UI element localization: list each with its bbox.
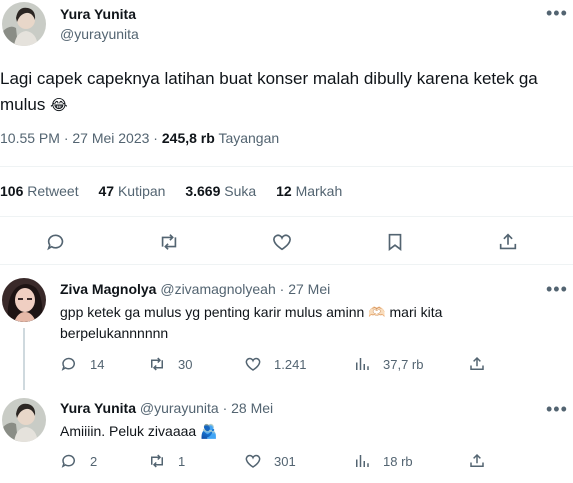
avatar[interactable] bbox=[2, 398, 46, 442]
like-stat[interactable]: 3.669 Suka bbox=[185, 183, 256, 199]
reply-text: gpp ketek ga mulus yg penting karir mulu… bbox=[60, 304, 443, 341]
author-handle[interactable]: @yurayunita bbox=[60, 26, 139, 42]
retweet-button[interactable]: 1 bbox=[148, 452, 185, 470]
heart-hands-emoji-icon: 🫶🏻 bbox=[368, 304, 386, 320]
people-hugging-emoji-icon: 🫂 bbox=[200, 423, 218, 439]
retweet-count: 1 bbox=[178, 453, 186, 469]
like-icon[interactable] bbox=[271, 231, 293, 253]
tweet-text-body: Lagi capek capeknya latihan buat konser … bbox=[0, 69, 538, 114]
reply-icon bbox=[60, 355, 78, 373]
reply-header: Yura Yunita @yurayunita · 28 Mei bbox=[60, 400, 273, 416]
reply-header: Ziva Magnolya @zivamagnolyeah · 27 Mei bbox=[60, 281, 330, 297]
share-icon bbox=[468, 452, 486, 470]
tweet-text: Lagi capek capeknya latihan buat konser … bbox=[0, 66, 540, 119]
reply-text: Amiiiin. Peluk zivaaaa 🫂 bbox=[60, 423, 218, 439]
views-button[interactable]: 37,7 rb bbox=[353, 355, 423, 373]
reply-button[interactable]: 2 bbox=[60, 452, 97, 470]
more-options-icon[interactable]: ••• bbox=[546, 4, 568, 22]
reply-count: 14 bbox=[90, 356, 105, 372]
share-button[interactable] bbox=[468, 452, 498, 470]
like-icon bbox=[244, 355, 262, 373]
reply-icon bbox=[60, 452, 78, 470]
laughing-emoji-icon: 😂 bbox=[50, 97, 68, 114]
tweet-time[interactable]: 10.55 PM · 27 Mei 2023 · bbox=[0, 130, 162, 146]
author-name[interactable]: Yura Yunita bbox=[60, 400, 136, 416]
like-count: 1.241 bbox=[274, 356, 307, 372]
views-chart-icon bbox=[353, 452, 371, 470]
author-handle[interactable]: @yurayunita bbox=[140, 400, 219, 416]
like-button[interactable]: 1.241 bbox=[244, 355, 307, 373]
retweet-button[interactable]: 30 bbox=[148, 355, 192, 373]
bookmark-icon[interactable] bbox=[384, 231, 406, 253]
more-options-icon[interactable]: ••• bbox=[546, 280, 568, 298]
views-chart-icon bbox=[353, 355, 371, 373]
more-options-icon[interactable]: ••• bbox=[546, 400, 568, 418]
like-button[interactable]: 301 bbox=[244, 452, 296, 470]
reply-date[interactable]: · 28 Mei bbox=[223, 400, 274, 416]
author-handle[interactable]: @zivamagnolyeah bbox=[160, 281, 275, 297]
retweet-icon bbox=[148, 452, 166, 470]
reply-icon[interactable] bbox=[45, 231, 67, 253]
thread-line bbox=[23, 328, 25, 390]
author-name[interactable]: Ziva Magnolya bbox=[60, 281, 156, 297]
retweet-icon[interactable] bbox=[158, 231, 180, 253]
share-icon bbox=[468, 355, 486, 373]
retweet-stat[interactable]: 106 Retweet bbox=[0, 183, 79, 199]
reply-count: 2 bbox=[90, 453, 98, 469]
views-count: 18 rb bbox=[383, 453, 413, 469]
avatar[interactable] bbox=[2, 2, 46, 46]
views-count: 245,8 rb bbox=[161, 130, 215, 146]
views-button[interactable]: 18 rb bbox=[353, 452, 413, 470]
retweet-icon bbox=[148, 355, 166, 373]
share-button[interactable] bbox=[468, 355, 498, 373]
like-icon bbox=[244, 452, 262, 470]
avatar[interactable] bbox=[2, 278, 46, 322]
like-count: 301 bbox=[274, 453, 296, 469]
author-name[interactable]: Yura Yunita bbox=[60, 6, 136, 22]
retweet-count: 30 bbox=[178, 356, 193, 372]
tweet-timestamp: 10.55 PM · 27 Mei 2023 · 245,8 rb Tayang… bbox=[0, 130, 279, 146]
reply-date[interactable]: · 27 Mei bbox=[280, 281, 331, 297]
quote-stat[interactable]: 47 Kutipan bbox=[99, 183, 166, 199]
tweet-stats: 106 Retweet 47 Kutipan 3.669 Suka 12 Mar… bbox=[0, 183, 342, 199]
bookmark-stat[interactable]: 12 Markah bbox=[276, 183, 342, 199]
views-label: Tayangan bbox=[218, 130, 280, 146]
reply-button[interactable]: 14 bbox=[60, 355, 104, 373]
views-count: 37,7 rb bbox=[383, 356, 424, 372]
share-icon[interactable] bbox=[497, 231, 519, 253]
